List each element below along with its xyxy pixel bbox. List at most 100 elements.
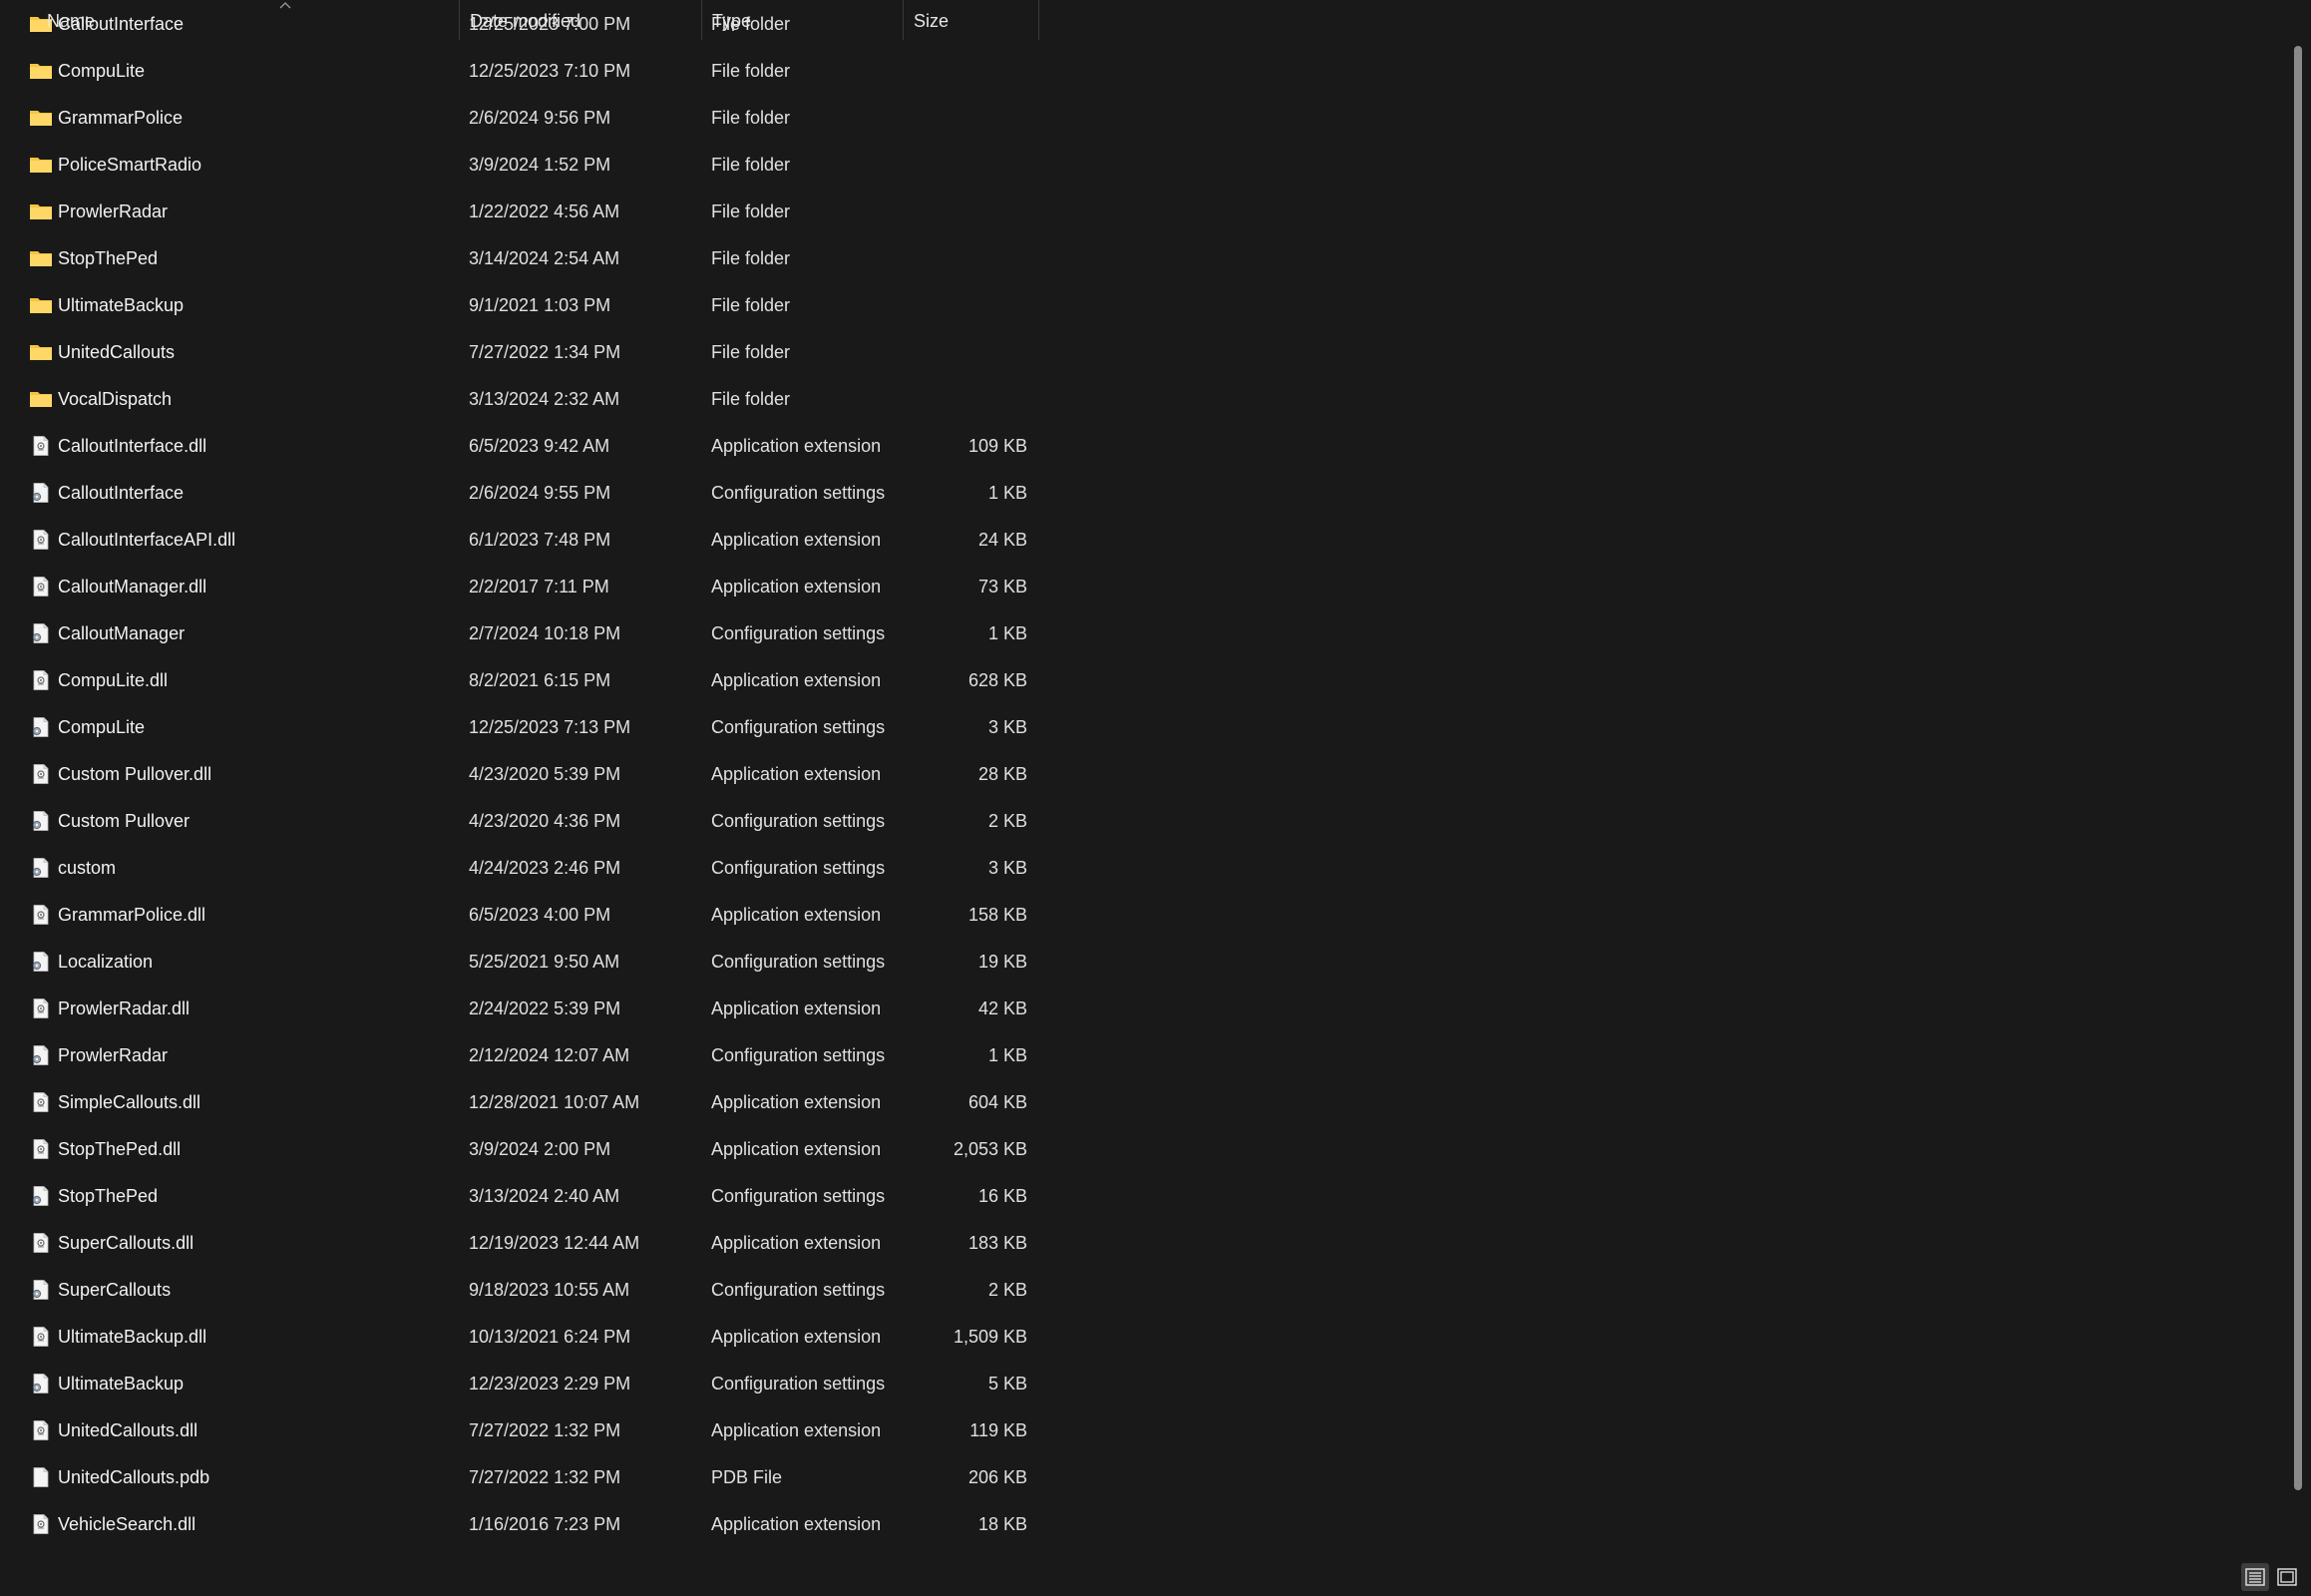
file-row[interactable]: SuperCallouts.dll 12/19/2023 12:44 AM Appl… <box>0 1220 1039 1267</box>
file-row[interactable]: CalloutInterface 2/6/2024 9:55 PM Configur… <box>0 470 1039 517</box>
file-row[interactable]: UltimateBackup 12/23/2023 2:29 PM Configur… <box>0 1361 1039 1407</box>
file-size: 42 KB <box>977 998 1027 1018</box>
file-date-modified: 5/25/2021 9:50 AM <box>469 952 620 972</box>
config-file-icon <box>29 1045 53 1065</box>
file-row[interactable]: GrammarPolice.dll 6/5/2023 4:00 PM Applica… <box>0 892 1039 939</box>
file-type: File folder <box>711 342 791 362</box>
file-date-modified: 2/6/2024 9:55 PM <box>469 483 611 503</box>
file-row[interactable]: GrammarPolice 2/6/2024 9:56 PM File folder <box>0 95 1039 142</box>
file-date-modified: 7/27/2022 1:34 PM <box>469 342 621 362</box>
column-header-name[interactable]: Name <box>37 0 460 40</box>
file-row[interactable]: VocalDispatch 3/13/2024 2:32 AM File folde… <box>0 376 1039 423</box>
file-size: 1 KB <box>987 623 1027 643</box>
file-row[interactable]: CalloutManager.dll 2/2/2017 7:11 PM Applic… <box>0 564 1039 610</box>
file-row[interactable]: CalloutInterfaceAPI.dll 6/1/2023 7:48 PM A… <box>0 517 1039 564</box>
file-type: Application extension <box>711 577 882 597</box>
dll-file-icon <box>29 1514 53 1534</box>
file-type: File folder <box>711 61 791 81</box>
file-row[interactable]: StopThePed 3/13/2024 2:40 AM Configuration… <box>0 1173 1039 1220</box>
file-type: Application extension <box>711 436 882 456</box>
file-row[interactable]: SimpleCallouts.dll 12/28/2021 10:07 AM App… <box>0 1079 1039 1126</box>
file-size: 28 KB <box>977 764 1027 784</box>
column-header-date-modified[interactable]: Date modified <box>460 0 702 40</box>
file-date-modified: 12/19/2023 12:44 AM <box>469 1233 640 1253</box>
file-date-modified: 8/2/2021 6:15 PM <box>469 670 611 690</box>
file-date-modified: 1/22/2022 4:56 AM <box>469 201 620 221</box>
file-row[interactable]: CalloutManager 2/7/2024 10:18 PM Configura… <box>0 610 1039 657</box>
file-name: UnitedCallouts.pdb <box>58 1467 210 1487</box>
file-row[interactable]: VehicleSearch.dll 1/16/2016 7:23 PM Applic… <box>0 1501 1039 1548</box>
file-date-modified: 4/24/2023 2:46 PM <box>469 858 621 878</box>
blank-file-icon <box>29 1467 53 1487</box>
file-size: 109 KB <box>967 436 1027 456</box>
file-name: UnitedCallouts <box>58 342 176 362</box>
file-date-modified: 7/27/2022 1:32 PM <box>469 1420 621 1440</box>
details-view-button[interactable] <box>2241 1563 2269 1591</box>
file-name: VehicleSearch.dll <box>58 1514 196 1534</box>
file-name: SuperCallouts.dll <box>58 1233 194 1253</box>
file-row[interactable]: custom 4/24/2023 2:46 PM Configuration set… <box>0 845 1039 892</box>
file-row[interactable]: ProwlerRadar 2/12/2024 12:07 AM Configurat… <box>0 1032 1039 1079</box>
config-file-icon <box>29 1186 53 1206</box>
folder-icon <box>29 342 53 362</box>
file-size: 1 KB <box>987 1045 1027 1065</box>
large-icons-view-button[interactable] <box>2273 1563 2301 1591</box>
file-type: Configuration settings <box>711 717 886 737</box>
file-size: 158 KB <box>967 905 1027 925</box>
file-date-modified: 2/7/2024 10:18 PM <box>469 623 621 643</box>
file-name: UltimateBackup.dll <box>58 1327 207 1347</box>
dll-file-icon <box>29 530 53 550</box>
file-size: 5 KB <box>987 1374 1027 1394</box>
file-row[interactable]: CompuLite.dll 8/2/2021 6:15 PM Application… <box>0 657 1039 704</box>
file-type: Application extension <box>711 1327 882 1347</box>
file-row[interactable]: SuperCallouts 9/18/2023 10:55 AM Configura… <box>0 1267 1039 1314</box>
file-name: UltimateBackup <box>58 1374 185 1394</box>
file-row[interactable]: Custom Pullover 4/23/2020 4:36 PM Configur… <box>0 798 1039 845</box>
file-size: 3 KB <box>987 717 1027 737</box>
column-header-size[interactable]: Size <box>904 0 1039 40</box>
file-name: UltimateBackup <box>58 295 185 315</box>
file-row[interactable]: CompuLite 12/25/2023 7:13 PM Configuration… <box>0 704 1039 751</box>
file-name: custom <box>58 858 117 878</box>
file-row[interactable]: UnitedCallouts.dll 7/27/2022 1:32 PM Appli… <box>0 1407 1039 1454</box>
file-name: CalloutInterfaceAPI.dll <box>58 530 236 550</box>
file-row[interactable]: StopThePed.dll 3/9/2024 2:00 PM Applicatio… <box>0 1126 1039 1173</box>
file-name: SimpleCallouts.dll <box>58 1092 201 1112</box>
file-type: File folder <box>711 108 791 128</box>
file-row[interactable]: UltimateBackup.dll 10/13/2021 6:24 PM Appl… <box>0 1314 1039 1361</box>
file-row[interactable]: ProwlerRadar.dll 2/24/2022 5:39 PM Applica… <box>0 986 1039 1032</box>
file-type: PDB File <box>711 1467 783 1487</box>
file-type: Application extension <box>711 764 882 784</box>
file-date-modified: 9/18/2023 10:55 AM <box>469 1280 630 1300</box>
file-type: Configuration settings <box>711 623 886 643</box>
dll-file-icon <box>29 577 53 597</box>
vertical-scrollbar-thumb[interactable] <box>2294 46 2302 1490</box>
file-row[interactable]: Custom Pullover.dll 4/23/2020 5:39 PM Appl… <box>0 751 1039 798</box>
file-type: Application extension <box>711 530 882 550</box>
dll-file-icon <box>29 436 53 456</box>
file-size: 206 KB <box>967 1467 1027 1487</box>
dll-file-icon <box>29 764 53 784</box>
file-row[interactable]: UnitedCallouts 7/27/2022 1:34 PM File fold… <box>0 329 1039 376</box>
file-row[interactable]: UltimateBackup 9/1/2021 1:03 PM File folde… <box>0 282 1039 329</box>
file-date-modified: 12/28/2021 10:07 AM <box>469 1092 640 1112</box>
file-type: Application extension <box>711 1233 882 1253</box>
file-row[interactable]: PoliceSmartRadio 3/9/2024 1:52 PM File fol… <box>0 142 1039 189</box>
folder-icon <box>29 108 53 128</box>
file-row[interactable]: UnitedCallouts.pdb 7/27/2022 1:32 PM PDB F… <box>0 1454 1039 1501</box>
file-date-modified: 10/13/2021 6:24 PM <box>469 1327 631 1347</box>
file-row[interactable]: CalloutInterface.dll 6/5/2023 9:42 AM Appl… <box>0 423 1039 470</box>
file-date-modified: 6/1/2023 7:48 PM <box>469 530 611 550</box>
file-name: ProwlerRadar <box>58 1045 169 1065</box>
file-row[interactable]: ProwlerRadar 1/22/2022 4:56 AM File folder <box>0 189 1039 235</box>
file-date-modified: 7/27/2022 1:32 PM <box>469 1467 621 1487</box>
file-row[interactable]: CompuLite 12/25/2023 7:10 PM File folder <box>0 48 1039 95</box>
file-size: 73 KB <box>977 577 1027 597</box>
file-name: GrammarPolice.dll <box>58 905 206 925</box>
file-size: 628 KB <box>967 670 1027 690</box>
file-date-modified: 12/25/2023 7:13 PM <box>469 717 631 737</box>
file-type: File folder <box>711 295 791 315</box>
column-header-type[interactable]: Type <box>702 0 904 40</box>
file-row[interactable]: StopThePed 3/14/2024 2:54 AM File folder <box>0 235 1039 282</box>
file-row[interactable]: Localization 5/25/2021 9:50 AM Configurati… <box>0 939 1039 986</box>
